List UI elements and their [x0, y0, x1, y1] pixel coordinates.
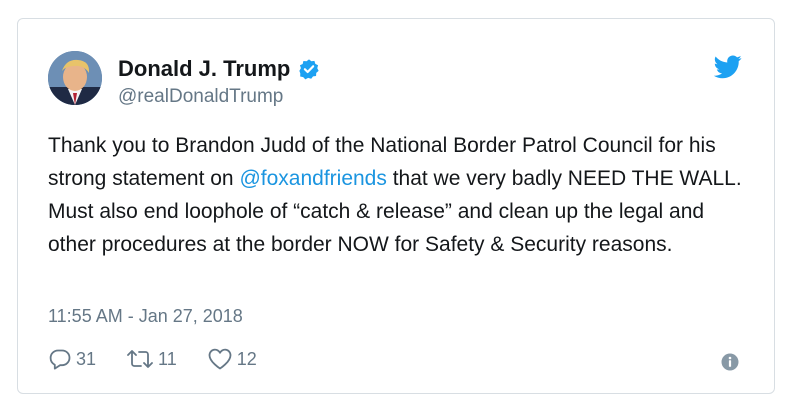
tweet-timestamp[interactable]: 11:55 AM - Jan 27, 2018 — [48, 306, 243, 327]
reply-icon — [49, 349, 71, 370]
like-count: 12 — [236, 348, 257, 369]
info-icon[interactable] — [721, 353, 739, 371]
author-name[interactable]: Donald J. Trump — [118, 56, 290, 82]
mention-link[interactable]: @foxandfriends — [239, 167, 386, 190]
tweet-text: Thank you to Brandon Judd of the Nationa… — [48, 129, 748, 261]
avatar[interactable] — [48, 51, 102, 105]
author-handle[interactable]: @realDonaldTrump — [118, 86, 320, 108]
tweet-card[interactable]: Donald J. Trump @realDonaldTrump Thank y… — [17, 18, 775, 394]
action-bar: 31 11 12 — [48, 347, 287, 371]
retweet-count: 11 — [158, 348, 177, 369]
retweet-button[interactable]: 11 — [126, 347, 177, 371]
like-button[interactable]: 12 — [207, 347, 257, 371]
verified-badge-icon — [298, 58, 320, 80]
heart-icon — [208, 348, 232, 370]
reply-count: 31 — [76, 348, 97, 369]
avatar-image — [48, 51, 102, 105]
retweet-icon — [127, 350, 153, 368]
twitter-bird-icon[interactable] — [713, 55, 742, 79]
author-block[interactable]: Donald J. Trump @realDonaldTrump — [118, 55, 320, 108]
reply-button[interactable]: 31 — [48, 347, 96, 371]
